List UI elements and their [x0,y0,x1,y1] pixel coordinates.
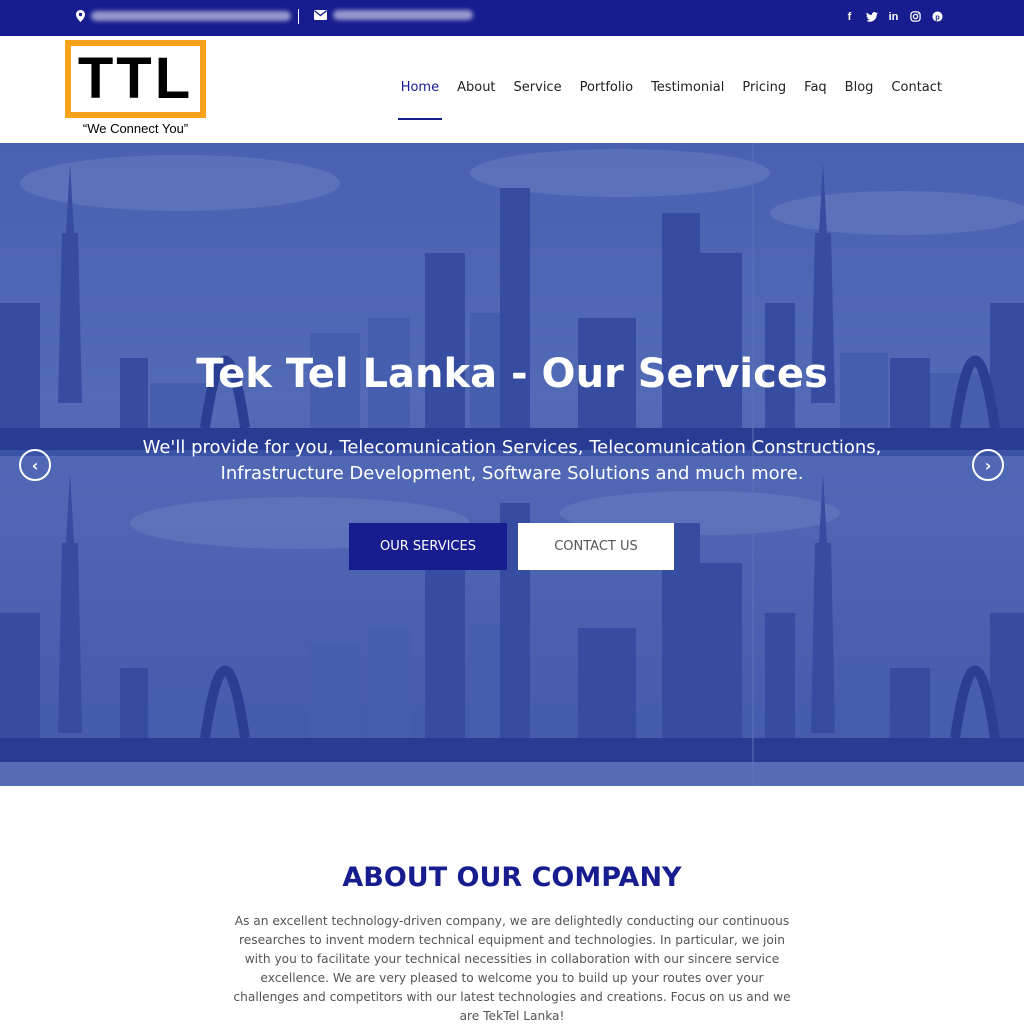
topbar-divider [298,9,299,24]
nav-faq[interactable]: Faq [795,80,836,95]
nav-pricing[interactable]: Pricing [733,80,795,95]
nav-contact[interactable]: Contact [882,80,951,95]
our-services-button[interactable]: OUR SERVICES [349,523,507,570]
about-section-title: ABOUT OUR COMPANY [342,862,682,893]
address-text-redacted [91,11,291,21]
hero-title: Tek Tel Lanka - Our Services [196,351,828,397]
chevron-right-icon: › [984,455,992,475]
contact-us-button[interactable]: CONTACT US [518,523,674,570]
logo-text: TTL [77,46,194,111]
social-links: f in p [843,9,944,24]
nav-about[interactable]: About [448,80,504,95]
slider-next-button[interactable]: › [972,449,1004,481]
hero-subtitle: We'll provide for you, Telecomunication … [142,437,882,484]
main-nav: Home About Service Portfolio Testimonial… [392,80,951,120]
nav-testimonial[interactable]: Testimonial [642,80,733,95]
top-info-bar: f in p [0,0,1024,36]
email-text-redacted [333,10,473,20]
address-info [76,10,291,22]
email-info [314,10,473,20]
nav-blog[interactable]: Blog [836,80,883,95]
logo[interactable]: TTL [65,40,206,118]
twitter-icon[interactable] [865,9,878,24]
nav-home[interactable]: Home [392,80,448,120]
facebook-icon[interactable]: f [843,9,856,24]
chevron-left-icon: ‹ [31,455,39,475]
pinterest-icon[interactable]: p [931,9,944,24]
svg-text:p: p [935,12,940,21]
nav-portfolio[interactable]: Portfolio [571,80,642,95]
hero-slider: Tek Tel Lanka - Our Services We'll provi… [0,143,1024,786]
site-header: TTL “We Connect You” Home About Service … [0,36,1024,143]
logo-tagline: “We Connect You” [82,121,189,136]
envelope-icon [314,10,327,20]
nav-service[interactable]: Service [505,80,571,95]
instagram-icon[interactable] [909,9,922,24]
slider-prev-button[interactable]: ‹ [19,449,51,481]
about-section-text: As an excellent technology-driven compan… [233,914,791,1023]
map-marker-icon [76,10,85,22]
linkedin-icon[interactable]: in [887,9,900,24]
